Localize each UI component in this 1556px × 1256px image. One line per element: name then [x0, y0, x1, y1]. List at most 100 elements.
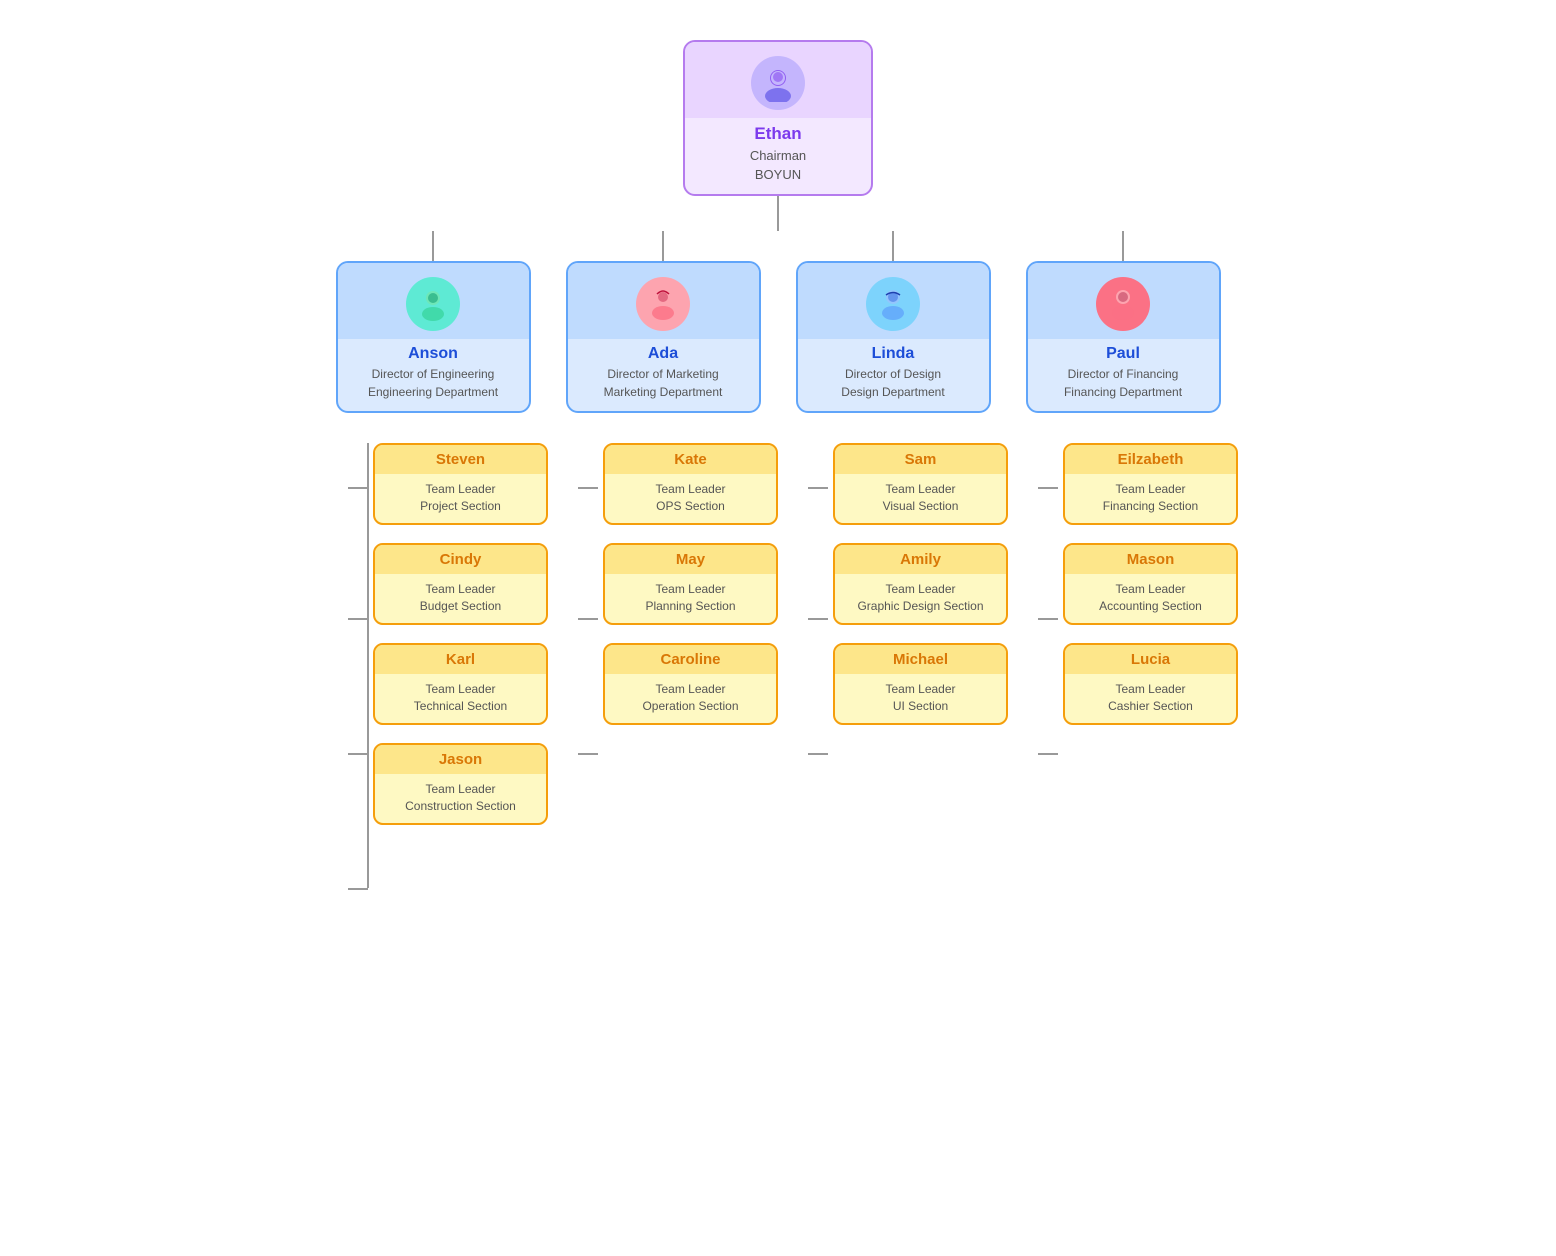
role-steven: Team Leader — [375, 482, 546, 496]
card-steven: Steven Team Leader Project Section — [373, 443, 548, 525]
name-caroline: Caroline — [613, 651, 768, 668]
avatar-paul — [1096, 277, 1150, 331]
ada-team-cards: Kate Team Leader OPS Section May Team Le… — [603, 443, 778, 725]
card-mason: Mason Team Leader Accounting Section — [1063, 543, 1238, 625]
paul-team-cards: Eilzabeth Team Leader Financing Section … — [1063, 443, 1238, 725]
dept-kate: OPS Section — [605, 499, 776, 513]
card-lucia: Lucia Team Leader Cashier Section — [1063, 643, 1238, 725]
card-ethan: Ethan Chairman BOYUN — [683, 40, 873, 196]
teams-anson: Steven Team Leader Project Section Cindy… — [318, 443, 548, 888]
directors-row: Anson Director of Engineering Engineerin… — [318, 231, 1238, 413]
hline-mason — [1038, 618, 1058, 620]
card-paul: Paul Director of Financing Financing Dep… — [1026, 261, 1221, 413]
role-michael: Team Leader — [835, 682, 1006, 696]
dept-mason: Accounting Section — [1065, 599, 1236, 613]
name-linda: Linda — [798, 345, 989, 363]
hline-sam — [808, 487, 828, 489]
hline-amily — [808, 618, 828, 620]
role-eilzabeth: Team Leader — [1065, 482, 1236, 496]
role-anson: Director of Engineering — [338, 367, 529, 381]
teams-section: Steven Team Leader Project Section Cindy… — [318, 443, 1238, 888]
anson-teams-inner: Steven Team Leader Project Section Cindy… — [318, 443, 548, 888]
dept-steven: Project Section — [375, 499, 546, 513]
name-lucia: Lucia — [1073, 651, 1228, 668]
hline-cindy — [348, 618, 368, 620]
name-sam: Sam — [843, 451, 998, 468]
hline-jason — [348, 888, 368, 890]
card-caroline: Caroline Team Leader Operation Section — [603, 643, 778, 725]
vline-linda-top — [892, 231, 894, 261]
col-ada: Ada Director of Marketing Marketing Depa… — [548, 231, 778, 413]
name-jason: Jason — [383, 751, 538, 768]
hline-steven — [348, 487, 368, 489]
dept-anson: Engineering Department — [338, 385, 529, 399]
teams-linda: Sam Team Leader Visual Section Amily Tea… — [778, 443, 1008, 725]
hline-michael — [808, 753, 828, 755]
col-linda: Linda Director of Design Design Departme… — [778, 231, 1008, 413]
vline-anson-top — [432, 231, 434, 261]
name-steven: Steven — [383, 451, 538, 468]
dept-lucia: Cashier Section — [1065, 699, 1236, 713]
avatar-ada — [636, 277, 690, 331]
paul-teams-inner: Eilzabeth Team Leader Financing Section … — [1008, 443, 1238, 725]
linda-team-cards: Sam Team Leader Visual Section Amily Tea… — [833, 443, 1008, 725]
dept-paul: Financing Department — [1028, 385, 1219, 399]
vline-anson-teams — [367, 443, 369, 888]
role-may: Team Leader — [605, 582, 776, 596]
bracket-anson — [318, 443, 368, 888]
card-karl: Karl Team Leader Technical Section — [373, 643, 548, 725]
role-paul: Director of Financing — [1028, 367, 1219, 381]
teams-paul: Eilzabeth Team Leader Financing Section … — [1008, 443, 1238, 725]
name-kate: Kate — [613, 451, 768, 468]
col-paul: Paul Director of Financing Financing Dep… — [1008, 231, 1238, 413]
avatar-linda — [866, 277, 920, 331]
hline-eilzabeth — [1038, 487, 1058, 489]
role-ada: Director of Marketing — [568, 367, 759, 381]
name-ethan: Ethan — [685, 124, 871, 144]
hline-kate — [578, 487, 598, 489]
linda-teams-inner: Sam Team Leader Visual Section Amily Tea… — [778, 443, 1008, 725]
name-paul: Paul — [1028, 345, 1219, 363]
top-node: Ethan Chairman BOYUN — [683, 40, 873, 231]
name-anson: Anson — [338, 345, 529, 363]
role-ethan: Chairman — [685, 148, 871, 163]
dept-caroline: Operation Section — [605, 699, 776, 713]
dept-amily: Graphic Design Section — [835, 599, 1006, 613]
card-jason: Jason Team Leader Construction Section — [373, 743, 548, 825]
avatar-ethan — [751, 56, 805, 110]
dept-eilzabeth: Financing Section — [1065, 499, 1236, 513]
card-sam: Sam Team Leader Visual Section — [833, 443, 1008, 525]
name-michael: Michael — [843, 651, 998, 668]
role-jason: Team Leader — [375, 782, 546, 796]
dept-linda: Design Department — [798, 385, 989, 399]
role-amily: Team Leader — [835, 582, 1006, 596]
card-eilzabeth: Eilzabeth Team Leader Financing Section — [1063, 443, 1238, 525]
directors-section: Anson Director of Engineering Engineerin… — [20, 231, 1536, 413]
card-kate: Kate Team Leader OPS Section — [603, 443, 778, 525]
card-cindy: Cindy Team Leader Budget Section — [373, 543, 548, 625]
role-sam: Team Leader — [835, 482, 1006, 496]
vline-ethan — [777, 196, 779, 231]
hline-may — [578, 618, 598, 620]
card-michael: Michael Team Leader UI Section — [833, 643, 1008, 725]
dept-ethan: BOYUN — [685, 167, 871, 182]
hline-container: Anson Director of Engineering Engineerin… — [20, 231, 1536, 413]
role-kate: Team Leader — [605, 482, 776, 496]
name-may: May — [613, 551, 768, 568]
name-mason: Mason — [1073, 551, 1228, 568]
role-linda: Director of Design — [798, 367, 989, 381]
card-anson: Anson Director of Engineering Engineerin… — [336, 261, 531, 413]
dept-may: Planning Section — [605, 599, 776, 613]
teams-ada: Kate Team Leader OPS Section May Team Le… — [548, 443, 778, 725]
card-linda: Linda Director of Design Design Departme… — [796, 261, 991, 413]
name-karl: Karl — [383, 651, 538, 668]
role-caroline: Team Leader — [605, 682, 776, 696]
org-chart: Ethan Chairman BOYUN — [20, 20, 1536, 888]
vline-ada-top — [662, 231, 664, 261]
role-lucia: Team Leader — [1065, 682, 1236, 696]
dept-michael: UI Section — [835, 699, 1006, 713]
dept-jason: Construction Section — [375, 799, 546, 813]
ada-teams-inner: Kate Team Leader OPS Section May Team Le… — [548, 443, 778, 725]
hline-karl — [348, 753, 368, 755]
avatar-anson — [406, 277, 460, 331]
